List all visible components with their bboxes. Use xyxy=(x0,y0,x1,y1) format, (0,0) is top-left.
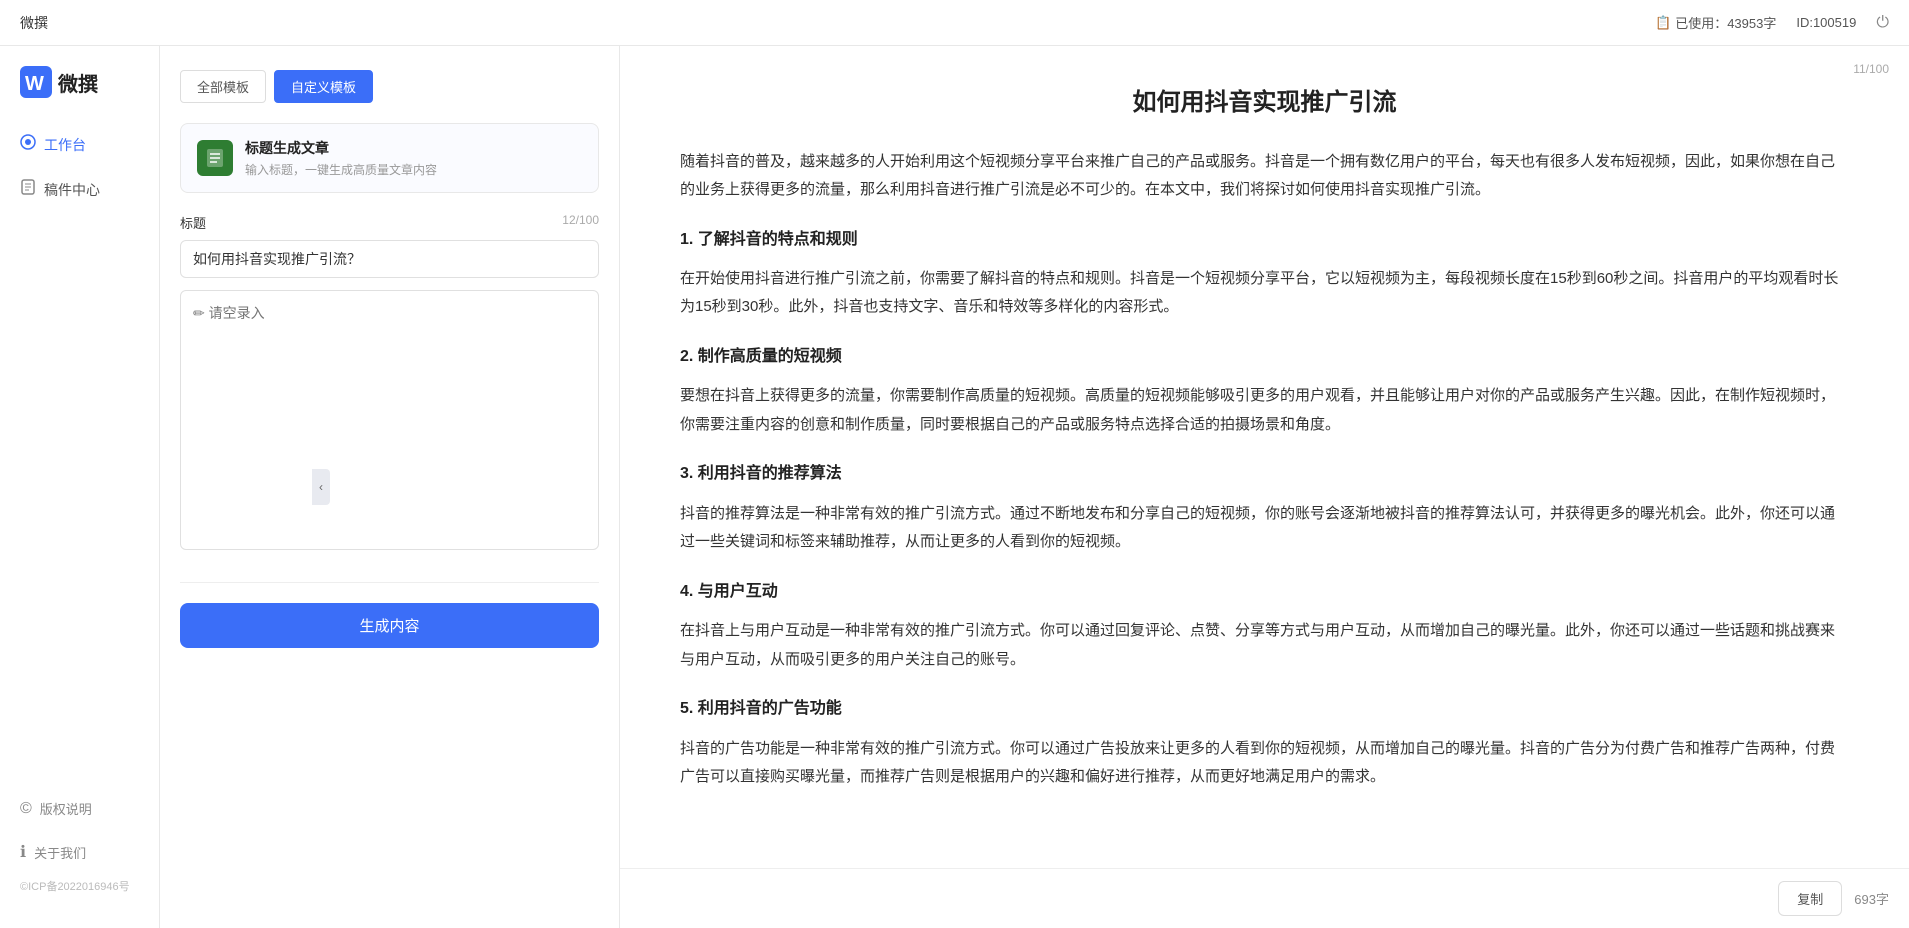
usage-label: 已使用：43953字 xyxy=(1675,13,1776,32)
collapse-arrow[interactable]: ‹ xyxy=(312,469,330,505)
sidebar-item-workbench-label: 工作台 xyxy=(44,135,86,155)
sidebar-item-about[interactable]: ℹ 关于我们 xyxy=(0,830,159,874)
copy-button[interactable]: 复制 xyxy=(1778,881,1842,916)
left-panel: 全部模板 自定义模板 标题生成文章 输入标题，一键生成高质量文章内容 标题 12… xyxy=(160,46,620,928)
logo-icon: W xyxy=(20,66,52,98)
main-layout: W 微撰 工作台 稿件中心 © 版权说明 xyxy=(0,46,1909,928)
usage-icon: 📋 xyxy=(1655,15,1671,31)
topbar: 微撰 📋 已使用：43953字 ID:100519 ⏻ xyxy=(0,0,1909,46)
drafts-icon xyxy=(20,179,36,200)
sidebar-item-drafts-label: 稿件中心 xyxy=(44,180,100,200)
article-body: 随着抖音的普及，越来越多的人开始利用这个短视频分享平台来推广自己的产品或服务。抖… xyxy=(680,148,1849,792)
template-card-icon xyxy=(197,140,233,176)
sidebar-nav: 工作台 稿件中心 xyxy=(0,122,159,777)
section-heading-3: 3. 利用抖音的推荐算法 xyxy=(680,459,1849,489)
article-intro: 随着抖音的普及，越来越多的人开始利用这个短视频分享平台来推广自己的产品或服务。抖… xyxy=(680,148,1849,205)
word-count: 693字 xyxy=(1854,889,1889,908)
sidebar-item-workbench[interactable]: 工作台 xyxy=(0,122,159,167)
section-heading-1: 1. 了解抖音的特点和规则 xyxy=(680,225,1849,255)
topbar-right: 📋 已使用：43953字 ID:100519 ⏻ xyxy=(1655,13,1889,32)
article-footer: 复制 693字 xyxy=(620,868,1909,928)
svg-text:W: W xyxy=(25,73,44,95)
sidebar-item-drafts[interactable]: 稿件中心 xyxy=(0,167,159,212)
sidebar-logo: W 微撰 xyxy=(0,66,159,122)
title-char-count: 12/100 xyxy=(562,213,599,232)
section-heading-4: 4. 与用户互动 xyxy=(680,577,1849,607)
content-textarea[interactable] xyxy=(180,290,599,550)
right-panel: 11/100 如何用抖音实现推广引流 随着抖音的普及，越来越多的人开始利用这个短… xyxy=(620,46,1909,928)
field-label-title: 标题 12/100 xyxy=(180,213,599,232)
sidebar-bottom: © 版权说明 ℹ 关于我们 ©ICP备2022016946号 xyxy=(0,777,159,908)
section-para-2: 要想在抖音上获得更多的流量，你需要制作高质量的短视频。高质量的短视频能够吸引更多… xyxy=(680,382,1849,439)
section-para-4: 在抖音上与用户互动是一种非常有效的推广引流方式。你可以通过回复评论、点赞、分享等… xyxy=(680,617,1849,674)
tab-all-templates[interactable]: 全部模板 xyxy=(180,70,266,103)
section-para-3: 抖音的推荐算法是一种非常有效的推广引流方式。通过不断地发布和分享自己的短视频，你… xyxy=(680,500,1849,557)
section-para-5: 抖音的广告功能是一种非常有效的推广引流方式。你可以通过广告投放来让更多的人看到你… xyxy=(680,735,1849,792)
logout-icon[interactable]: ⏻ xyxy=(1876,14,1889,32)
tab-custom-templates[interactable]: 自定义模板 xyxy=(274,70,373,103)
sidebar-item-copyright[interactable]: © 版权说明 xyxy=(0,787,159,830)
field-label-title-text: 标题 xyxy=(180,213,206,232)
about-icon: ℹ xyxy=(20,842,26,862)
article-container: 11/100 如何用抖音实现推广引流 随着抖音的普及，越来越多的人开始利用这个短… xyxy=(620,46,1909,868)
page-count: 11/100 xyxy=(1853,62,1889,76)
sidebar: W 微撰 工作台 稿件中心 © 版权说明 xyxy=(0,46,160,928)
usage-info: 📋 已使用：43953字 xyxy=(1655,13,1776,32)
sidebar-item-copyright-label: 版权说明 xyxy=(40,799,92,818)
section-para-1: 在开始使用抖音进行推广引流之前，你需要了解抖音的特点和规则。抖音是一个短视频分享… xyxy=(680,265,1849,322)
copyright-icon: © xyxy=(20,800,32,818)
logo-text: 微撰 xyxy=(58,68,98,97)
template-card[interactable]: 标题生成文章 输入标题，一键生成高质量文章内容 xyxy=(180,123,599,193)
template-desc: 输入标题，一键生成高质量文章内容 xyxy=(245,161,437,178)
template-info: 标题生成文章 输入标题，一键生成高质量文章内容 xyxy=(245,138,437,178)
tabs-row: 全部模板 自定义模板 xyxy=(180,70,599,103)
article-title: 如何用抖音实现推广引流 xyxy=(680,86,1849,120)
generate-button[interactable]: 生成内容 xyxy=(180,603,599,648)
sidebar-item-about-label: 关于我们 xyxy=(34,843,86,862)
icp-text: ©ICP备2022016946号 xyxy=(0,874,159,898)
content-area: ‹ 全部模板 自定义模板 标题生成文章 输入标题，一键生成高质量文章内容 标题 xyxy=(160,46,1909,928)
template-title: 标题生成文章 xyxy=(245,138,437,158)
id-label: ID:100519 xyxy=(1796,15,1856,30)
divider xyxy=(180,582,599,583)
section-heading-5: 5. 利用抖音的广告功能 xyxy=(680,694,1849,724)
title-input[interactable] xyxy=(180,240,599,278)
topbar-title: 微撰 xyxy=(20,13,48,33)
workbench-icon xyxy=(20,134,36,155)
section-heading-2: 2. 制作高质量的短视频 xyxy=(680,342,1849,372)
